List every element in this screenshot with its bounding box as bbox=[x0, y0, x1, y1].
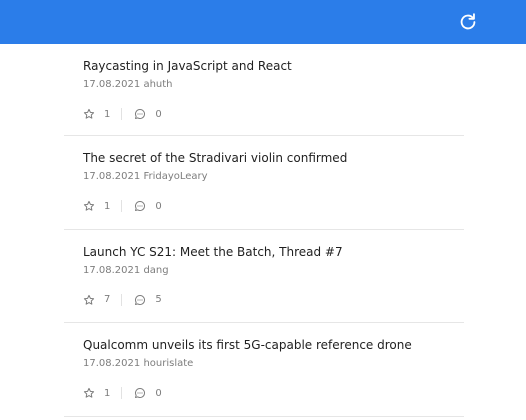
points-count: 1 bbox=[104, 387, 111, 399]
story-meta: 17.08.2021 dang bbox=[83, 265, 169, 276]
comment-icon bbox=[135, 200, 146, 211]
refresh-button[interactable] bbox=[456, 10, 480, 34]
comments-button[interactable]: 0 bbox=[134, 387, 162, 399]
comments-button[interactable]: 0 bbox=[134, 200, 162, 212]
story-date: 17.08.2021 bbox=[83, 264, 141, 276]
story-meta: 17.08.2021 FridayoLeary bbox=[83, 171, 208, 182]
comments-count: 5 bbox=[155, 294, 162, 305]
comments-button[interactable]: 0 bbox=[134, 108, 162, 120]
story-title[interactable]: Raycasting in JavaScript and React bbox=[83, 59, 292, 73]
refresh-icon bbox=[460, 13, 476, 30]
story-actions: 1 0 bbox=[83, 198, 162, 214]
points-button[interactable]: 1 bbox=[83, 387, 110, 399]
story-meta: 17.08.2021 ahuth bbox=[83, 79, 173, 90]
story-title[interactable]: The secret of the Stradivari violin conf… bbox=[83, 151, 347, 165]
comment-icon bbox=[135, 108, 146, 119]
story-author[interactable]: ahuth bbox=[143, 79, 172, 90]
comments-count: 0 bbox=[155, 108, 162, 120]
story-item[interactable]: The secret of the Stradivari violin conf… bbox=[64, 136, 464, 230]
app-header bbox=[0, 0, 526, 44]
comment-icon bbox=[135, 387, 146, 398]
divider bbox=[121, 293, 123, 306]
story-date: 17.08.2021 bbox=[83, 358, 141, 369]
story-meta: 17.08.2021 hourislate bbox=[83, 358, 193, 369]
points-button[interactable]: 1 bbox=[83, 200, 110, 212]
divider bbox=[121, 387, 123, 399]
points-button[interactable]: 7 bbox=[83, 294, 110, 306]
story-title[interactable]: Launch YC S21: Meet the Batch, Thread #7 bbox=[83, 245, 343, 259]
points-count: 1 bbox=[104, 200, 111, 212]
story-item[interactable]: Qualcomm unveils its first 5G-capable re… bbox=[64, 323, 464, 417]
comment-icon bbox=[135, 294, 146, 305]
story-item[interactable]: Launch YC S21: Meet the Batch, Thread #7… bbox=[64, 230, 464, 323]
comments-count: 0 bbox=[155, 387, 162, 399]
story-author[interactable]: FridayoLeary bbox=[143, 171, 207, 182]
star-icon bbox=[83, 294, 95, 305]
points-count: 7 bbox=[104, 294, 111, 305]
points-button[interactable]: 1 bbox=[83, 108, 110, 120]
comments-count: 0 bbox=[155, 200, 162, 212]
star-icon bbox=[83, 387, 95, 398]
star-icon bbox=[83, 200, 95, 211]
story-item[interactable]: Raycasting in JavaScript and React 17.08… bbox=[64, 44, 464, 136]
story-actions: 1 0 bbox=[83, 385, 162, 401]
story-title[interactable]: Qualcomm unveils its first 5G-capable re… bbox=[83, 338, 412, 352]
story-author[interactable]: dang bbox=[143, 265, 168, 276]
comments-button[interactable]: 5 bbox=[134, 294, 162, 306]
story-date: 17.08.2021 bbox=[83, 171, 141, 182]
story-author[interactable]: hourislate bbox=[143, 358, 193, 369]
story-actions: 1 0 bbox=[83, 106, 162, 122]
divider bbox=[121, 200, 123, 212]
story-list: Raycasting in JavaScript and React 17.08… bbox=[64, 44, 464, 417]
points-count: 1 bbox=[104, 108, 111, 120]
story-date: 17.08.2021 bbox=[83, 79, 141, 90]
star-icon bbox=[83, 108, 95, 119]
story-actions: 7 5 bbox=[83, 292, 162, 308]
divider bbox=[121, 108, 123, 120]
